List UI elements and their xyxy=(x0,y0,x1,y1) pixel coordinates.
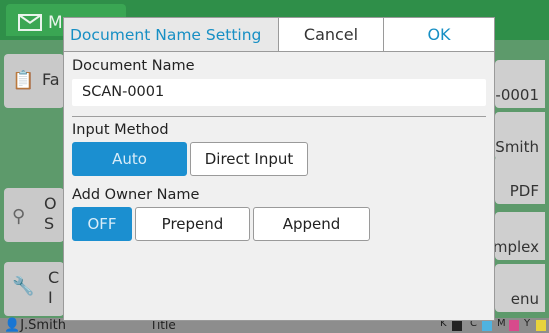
tools-button[interactable]: 🔧 C I xyxy=(4,262,64,316)
search-icon: ⚲ xyxy=(12,206,26,227)
document-name-label: Document Name xyxy=(72,58,195,74)
tools-label-2: I xyxy=(48,288,53,307)
tools-label-1: C xyxy=(48,268,60,287)
ink-label-m: M xyxy=(497,318,506,329)
ink-level-c xyxy=(482,320,492,331)
document-name-field[interactable]: SCAN-0001 xyxy=(72,79,486,106)
input-method-auto-button[interactable]: Auto xyxy=(72,142,187,176)
right-button-menu-label: enu xyxy=(510,290,539,308)
input-method-label: Input Method xyxy=(72,122,169,138)
ink-level-k xyxy=(452,320,462,331)
status-user: 👤J.Smith xyxy=(4,318,67,333)
add-owner-name-label: Add Owner Name xyxy=(72,187,200,203)
right-button-filename[interactable]: -0001 xyxy=(495,60,545,108)
wrench-icon: 🔧 xyxy=(12,276,35,297)
ink-level-y xyxy=(536,320,546,331)
search-label-2: S xyxy=(44,214,55,233)
dialog-header: Document Name Setting Cancel OK xyxy=(64,18,494,52)
favorites-label: Fa xyxy=(42,70,60,89)
favorites-icon: 📋 xyxy=(12,70,35,91)
right-button-filename-label: -0001 xyxy=(495,86,539,104)
owner-prepend-button[interactable]: Prepend xyxy=(135,207,250,241)
right-button-format-label: PDF xyxy=(509,182,539,200)
document-name-dialog: Document Name Setting Cancel OK Document… xyxy=(64,18,494,320)
ink-label-y: Y xyxy=(524,318,531,329)
ok-button[interactable]: OK xyxy=(383,18,494,51)
search-label-1: O xyxy=(44,194,57,213)
right-button-format[interactable]: PDF xyxy=(495,156,545,204)
owner-off-button[interactable]: OFF xyxy=(72,207,132,241)
status-user-name: J.Smith xyxy=(20,318,67,333)
mail-icon xyxy=(18,14,42,31)
right-column: -0001 Smith PDF mplex enu xyxy=(492,40,549,318)
status-bar: 👤J.Smith Title K C M Y xyxy=(0,318,549,333)
right-button-owner[interactable]: Smith xyxy=(495,112,545,160)
right-button-owner-label: Smith xyxy=(495,138,539,156)
right-button-duplex[interactable]: mplex xyxy=(492,212,545,260)
divider xyxy=(72,116,486,117)
input-method-direct-input-button[interactable]: Direct Input xyxy=(190,142,308,176)
right-button-menu[interactable]: enu xyxy=(495,264,545,312)
status-title: Title xyxy=(150,318,176,332)
document-name-value: SCAN-0001 xyxy=(82,84,165,100)
owner-append-button[interactable]: Append xyxy=(253,207,370,241)
favorites-button[interactable]: 📋 Fa xyxy=(4,54,64,108)
cancel-button[interactable]: Cancel xyxy=(278,18,383,51)
left-column: 📋 Fa ⚲ O S 🔧 C I xyxy=(0,40,64,318)
right-button-duplex-label: mplex xyxy=(492,238,539,256)
search-button[interactable]: ⚲ O S xyxy=(4,188,64,242)
dialog-title: Document Name Setting xyxy=(70,26,262,44)
ink-level-m xyxy=(509,320,519,331)
